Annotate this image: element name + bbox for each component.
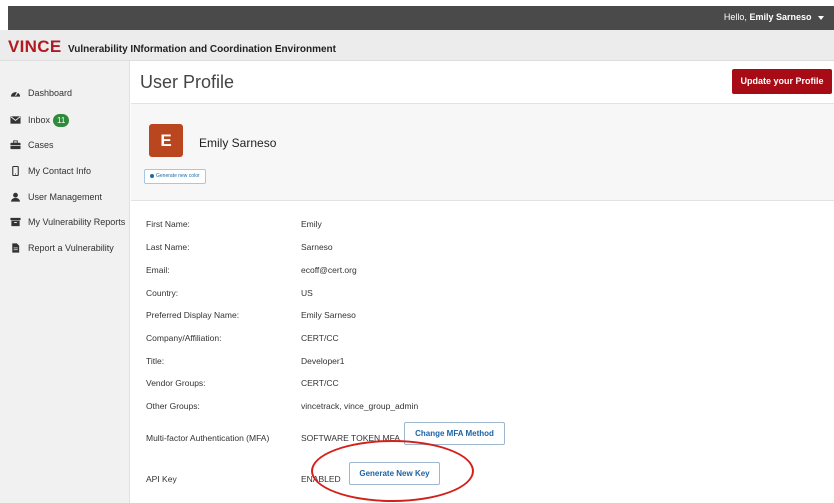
field-label: Other Groups:: [146, 401, 200, 411]
sidebar-item-label: Cases: [28, 140, 54, 150]
sidebar-item-label: Inbox: [28, 115, 51, 125]
user-icon: [10, 192, 21, 202]
profile-display-name: Emily Sarneso: [199, 136, 277, 150]
sidebar-item-label: User Management: [28, 192, 103, 202]
field-label: Vendor Groups:: [146, 378, 206, 388]
generate-color-label: Generate new color: [156, 173, 200, 179]
field-value: US: [301, 288, 313, 298]
field-label: Company/Affiliation:: [146, 333, 222, 343]
field-label: API Key: [146, 474, 177, 484]
generate-color-button[interactable]: Generate new color: [144, 169, 206, 184]
profile-summary: E Emily Sarneso Generate new color: [131, 104, 834, 201]
page-title: User Profile: [140, 72, 235, 92]
vince-logo[interactable]: VINCE: [8, 37, 61, 57]
update-profile-button[interactable]: Update your Profile: [732, 69, 832, 94]
user-name: Emily Sarneso: [749, 12, 812, 22]
field-value: Sarneso: [301, 242, 333, 252]
field-label: Title:: [146, 356, 165, 366]
sidebar: Dashboard Inbox 11 Cases My Contact Info …: [0, 61, 130, 503]
dashboard-icon: [10, 91, 21, 97]
annotation-circle: [311, 440, 474, 502]
user-menu[interactable]: Hello, Emily Sarneso: [724, 12, 824, 22]
mobile-icon: [12, 166, 19, 176]
envelope-icon: [10, 116, 21, 124]
brand-bar: VINCE Vulnerability INformation and Coor…: [0, 30, 834, 61]
sidebar-item-label: Report a Vulnerability: [28, 243, 114, 253]
field-label: Country:: [146, 288, 179, 298]
field-label: First Name:: [146, 219, 190, 229]
field-label: Last Name:: [146, 242, 190, 252]
sidebar-item-label: My Vulnerability Reports: [28, 217, 126, 227]
greeting-prefix: Hello,: [723, 12, 747, 22]
sidebar-item-label: My Contact Info: [28, 166, 92, 176]
field-label: Multi-factor Authentication (MFA): [146, 433, 270, 443]
main-content: User Profile Update your Profile E Emily…: [131, 61, 834, 503]
field-value: Emily: [301, 219, 322, 229]
field-label: Email:: [146, 265, 170, 275]
field-value: ecoff@cert.org: [301, 265, 357, 275]
document-icon: [12, 243, 20, 253]
field-value: CERT/CC: [301, 333, 339, 343]
briefcase-icon: [10, 140, 21, 150]
avatar: E: [149, 124, 183, 157]
field-value: CERT/CC: [301, 378, 339, 388]
archive-icon: [10, 217, 21, 227]
caret-down-icon: [818, 15, 824, 20]
brand-tagline: Vulnerability INformation and Coordinati…: [68, 44, 336, 55]
sidebar-item-label: Dashboard: [28, 88, 73, 98]
palette-icon: [150, 173, 154, 178]
top-bar: Hello, Emily Sarneso: [8, 6, 834, 30]
inbox-count-badge: 11: [53, 114, 70, 127]
field-value: vincetrack, vince_group_admin: [301, 401, 419, 411]
field-label: Preferred Display Name:: [146, 310, 240, 320]
field-value: Emily Sarneso: [301, 310, 356, 320]
field-value: Developer1: [301, 356, 345, 366]
